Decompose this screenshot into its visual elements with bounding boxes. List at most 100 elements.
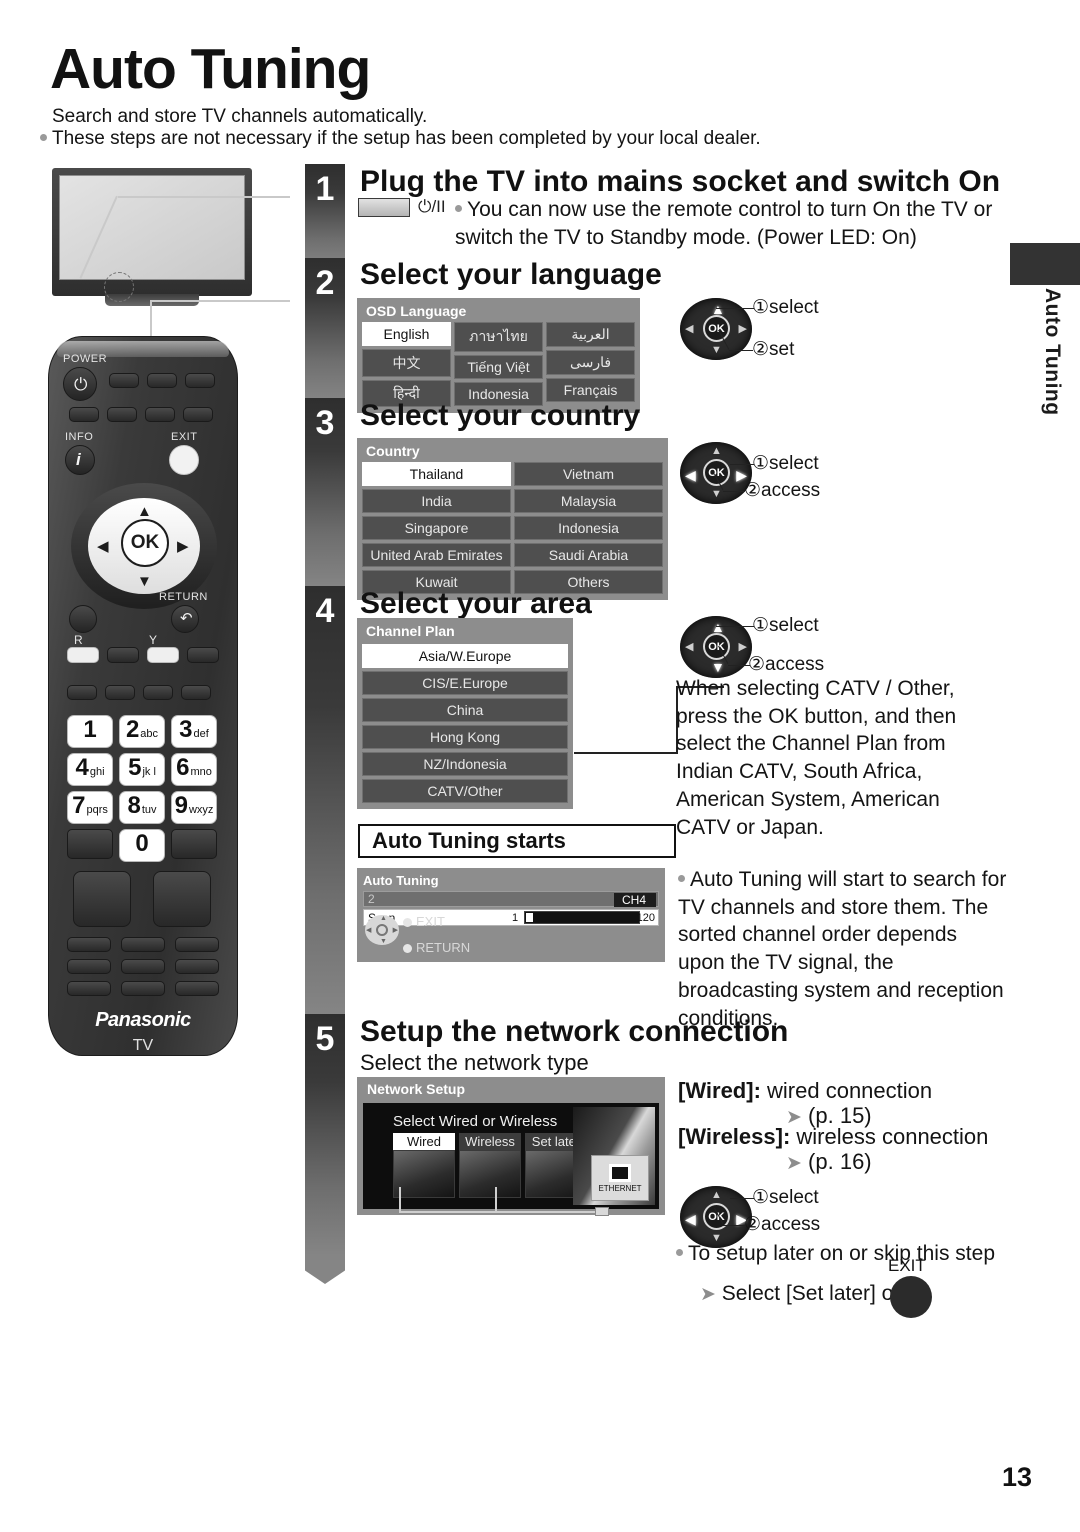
- numeric-key-5[interactable]: 5 jk l: [119, 753, 165, 786]
- osd-language-item[interactable]: ภาษาไทย: [454, 322, 543, 352]
- okpad-left-icon[interactable]: ◀: [685, 642, 693, 653]
- return-button[interactable]: ↶: [171, 605, 199, 633]
- osd-channel-plan-item[interactable]: CATV/Other: [362, 779, 568, 803]
- osd-network-options[interactable]: Wired Wireless Set later: [393, 1133, 587, 1198]
- osd-country-item[interactable]: Singapore: [362, 516, 511, 540]
- okpad-step3[interactable]: ▲ ▼ ◀ ▶ OK: [680, 442, 752, 504]
- dpad-right-icon[interactable]: ▶: [177, 537, 189, 555]
- colour-button-green[interactable]: [107, 647, 139, 663]
- remote-button-r2c1[interactable]: [69, 407, 99, 422]
- colour-button-blue[interactable]: [187, 647, 219, 663]
- osd-channel-plan-item[interactable]: China: [362, 698, 568, 722]
- numpad-blank-right[interactable]: [171, 829, 217, 859]
- osd-country-item[interactable]: Indonesia: [514, 516, 663, 540]
- remote-button-r2c3[interactable]: [145, 407, 175, 422]
- remote-button-r1c2[interactable]: [109, 373, 139, 388]
- okpad-left-icon[interactable]: ◀: [685, 1212, 696, 1226]
- power-button[interactable]: ⏻: [63, 367, 97, 401]
- osd-country-item[interactable]: Malaysia: [514, 489, 663, 513]
- network-option[interactable]: Wireless: [459, 1133, 521, 1198]
- numeric-key-8[interactable]: 8 tuv: [119, 791, 165, 824]
- remote-button-r6c3[interactable]: [175, 937, 219, 952]
- dpad-left-icon[interactable]: ◀: [97, 537, 109, 555]
- osd-country-item[interactable]: Saudi Arabia: [514, 543, 663, 567]
- remote-button-r6c2[interactable]: [121, 937, 165, 952]
- step-4-label-access: ②access: [748, 654, 825, 675]
- remote-button-r4c3[interactable]: [143, 685, 173, 700]
- remote-button-r2c2[interactable]: [107, 407, 137, 422]
- colour-button-red[interactable]: [67, 647, 99, 663]
- okpad-left-icon[interactable]: ◀: [685, 324, 693, 335]
- numeric-key-6[interactable]: 6 mno: [171, 753, 217, 786]
- remote-button-r7c1[interactable]: [67, 959, 111, 974]
- remote-button-r2c4[interactable]: [183, 407, 213, 422]
- remote-button-large-left[interactable]: [73, 871, 131, 927]
- okpad-up-icon[interactable]: ▲: [711, 620, 725, 634]
- dpad-down-icon[interactable]: ▼: [137, 573, 152, 590]
- remote-button-r7c2[interactable]: [121, 959, 165, 974]
- okpad-ok-button[interactable]: OK: [703, 459, 730, 486]
- osd-language-item[interactable]: فارسی: [546, 350, 635, 375]
- osd-country-item[interactable]: United Arab Emirates: [362, 543, 511, 567]
- colour-button-yellow[interactable]: [147, 647, 179, 663]
- okpad-down-icon[interactable]: ▼: [711, 489, 722, 500]
- remote-button-r4c2[interactable]: [105, 685, 135, 700]
- callout-line-tv: [118, 196, 290, 198]
- remote-button-r4c4[interactable]: [181, 685, 211, 700]
- numeric-key-3[interactable]: 3 def: [171, 715, 217, 748]
- remote-button-r7c3[interactable]: [175, 959, 219, 974]
- numeric-key-4[interactable]: 4 ghi: [67, 753, 113, 786]
- okpad-up-icon[interactable]: ▲: [711, 302, 725, 316]
- okpad-ok-button[interactable]: OK: [703, 633, 730, 660]
- remote-button-r8c2[interactable]: [121, 981, 165, 996]
- dealer-note-text: These steps are not necessary if the set…: [52, 128, 761, 149]
- network-option-label: Wireless: [459, 1133, 521, 1150]
- okpad-left-icon[interactable]: ◀: [685, 468, 696, 482]
- numeric-key-7[interactable]: 7 pqrs: [67, 791, 113, 824]
- remote-button-left-round[interactable]: [69, 605, 97, 633]
- osd-auto-tuning-scan-from: 1: [512, 911, 519, 924]
- osd-language-item[interactable]: English: [362, 322, 451, 346]
- numeric-key-1[interactable]: 1: [67, 715, 113, 748]
- network-option[interactable]: Wired: [393, 1133, 455, 1198]
- dpad-up-icon[interactable]: ▲: [137, 503, 152, 520]
- info-button[interactable]: i: [65, 445, 95, 475]
- osd-channel-plan-list[interactable]: Asia/W.Europe CIS/E.Europe China Hong Kong N…: [362, 644, 568, 803]
- okpad-up-icon[interactable]: ▲: [711, 446, 722, 457]
- osd-channel-plan-item[interactable]: Hong Kong: [362, 725, 568, 749]
- osd-country-item[interactable]: India: [362, 489, 511, 513]
- okpad-step5[interactable]: ▲ ▼ ◀ ▶ OK: [680, 1186, 752, 1248]
- okpad-down-icon[interactable]: ▼: [711, 660, 725, 674]
- numpad-blank-left[interactable]: [67, 829, 113, 859]
- osd-language-item[interactable]: العربية: [546, 322, 635, 347]
- numeric-key-2[interactable]: 2 abc: [119, 715, 165, 748]
- numeric-key-9[interactable]: 9 wxyz: [171, 791, 217, 824]
- remote-button-r1c3[interactable]: [147, 373, 177, 388]
- osd-channel-plan-item[interactable]: CIS/E.Europe: [362, 671, 568, 695]
- remote-button-r6c1[interactable]: [67, 937, 111, 952]
- okpad-right-icon[interactable]: ▶: [739, 324, 747, 335]
- okpad-ok-button[interactable]: OK: [703, 315, 730, 342]
- osd-channel-plan-item[interactable]: Asia/W.Europe: [362, 644, 568, 668]
- numeric-key-0[interactable]: 0: [119, 829, 165, 862]
- exit-button[interactable]: [169, 445, 199, 475]
- osd-country-item[interactable]: Vietnam: [514, 462, 663, 486]
- osd-language-item[interactable]: 中文: [362, 349, 451, 377]
- remote-button-r8c3[interactable]: [175, 981, 219, 996]
- osd-language-item[interactable]: Tiếng Việt: [454, 355, 543, 379]
- okpad-up-icon[interactable]: ▲: [711, 1190, 722, 1201]
- remote-button-r4c1[interactable]: [67, 685, 97, 700]
- remote-button-r1c4[interactable]: [185, 373, 215, 388]
- okpad-down-icon[interactable]: ▼: [711, 345, 722, 356]
- auto-tuning-body: Auto Tuning will start to search for TV …: [678, 866, 1008, 1032]
- exit-button-icon[interactable]: [890, 1276, 932, 1318]
- step-2-label-select: ①select: [752, 297, 819, 318]
- ok-button[interactable]: OK: [121, 519, 169, 567]
- osd-channel-plan-item[interactable]: NZ/Indonesia: [362, 752, 568, 776]
- osd-country-grid[interactable]: Thailand India Singapore United Arab Emirat…: [362, 462, 663, 594]
- okpad-right-icon[interactable]: ▶: [739, 642, 747, 653]
- osd-language-grid[interactable]: English 中文 हिन्दी ภาษาไทย Tiếng Việt Indonesi…: [362, 322, 635, 407]
- remote-button-large-right[interactable]: [153, 871, 211, 927]
- remote-button-r8c1[interactable]: [67, 981, 111, 996]
- osd-country-item[interactable]: Thailand: [362, 462, 511, 486]
